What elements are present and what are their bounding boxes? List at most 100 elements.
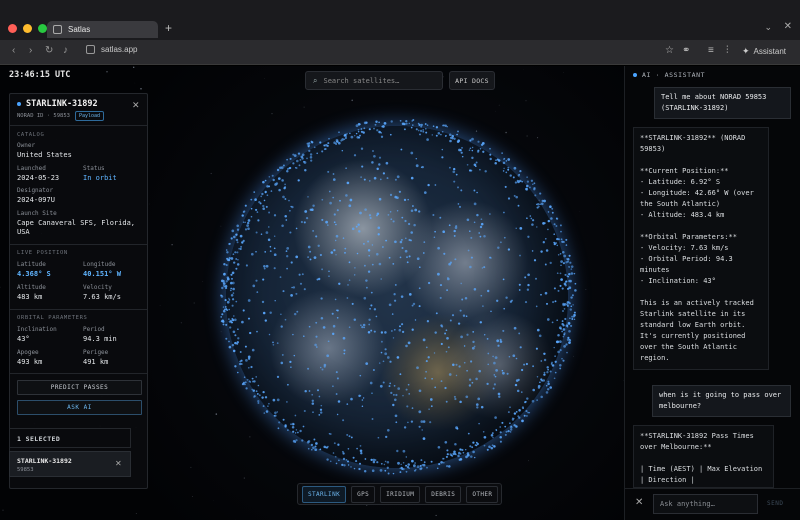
filter-gps[interactable]: GPS: [351, 485, 376, 503]
assistant-status-dot-icon: [633, 73, 637, 77]
close-icon[interactable]: ✕: [132, 100, 140, 111]
inclination-value: 43°: [17, 335, 30, 343]
address-bar[interactable]: satlas.app: [86, 45, 137, 54]
assistant-message: **STARLINK-31892** (NORAD 59853) **Curre…: [633, 127, 769, 370]
tab-title: Satlas: [68, 25, 91, 34]
search-input[interactable]: [323, 76, 434, 85]
browser-tab[interactable]: Satlas: [47, 21, 158, 38]
search-icon: ⌕: [313, 75, 318, 85]
favicon-icon: [53, 25, 62, 34]
user-message: when is it going to pass over melbourne?: [652, 385, 791, 417]
divider: [10, 244, 147, 245]
period-label: Period: [83, 326, 105, 333]
utc-clock: 23:46:15 UTC: [9, 70, 71, 80]
selected-satellite-item[interactable]: STARLINK-31892 59853 ✕: [9, 451, 131, 477]
catalog-section-title: CATALOG: [17, 132, 45, 138]
inclination-label: Inclination: [17, 326, 57, 333]
latitude-label: Latitude: [17, 261, 46, 268]
satlas-app: 23:46:15 UTC ⌕ API DOCS STARLINK-31892 ✕…: [0, 66, 800, 520]
satellite-search[interactable]: ⌕: [305, 71, 443, 90]
window-controls: [8, 24, 47, 33]
window-close-icon[interactable]: ✕: [784, 21, 792, 32]
launched-label: Launched: [17, 165, 46, 172]
status-label: Status: [83, 165, 105, 172]
assistant-icon: ✦: [742, 46, 750, 56]
apogee-label: Apogee: [17, 349, 39, 356]
divider: [10, 125, 147, 126]
selected-item-id: 59853: [17, 467, 34, 473]
filter-other[interactable]: OTHER: [466, 485, 499, 503]
send-button[interactable]: SEND: [767, 500, 783, 507]
assistant-message: **STARLINK-31892 Pass Times over Melbour…: [633, 425, 774, 488]
launch-site-label: Launch Site: [17, 210, 57, 217]
filter-starlink[interactable]: STARLINK: [302, 485, 347, 503]
remove-selection-close-icon[interactable]: ✕: [115, 459, 122, 468]
ai-assistant-panel: AI · ASSISTANT Tell me about NORAD 59853…: [624, 66, 800, 520]
detail-header: STARLINK-31892: [17, 99, 98, 109]
browser-titlebar: Satlas + ⌄ ✕: [0, 0, 800, 40]
star-bookmark-icon[interactable]: ☆: [665, 45, 674, 56]
assistant-title: AI · ASSISTANT: [642, 71, 706, 79]
assistant-label: Assistant: [753, 47, 787, 56]
tab-menu-chevron-icon[interactable]: ⌄: [764, 22, 772, 33]
predict-passes-button[interactable]: PREDICT PASSES: [17, 380, 142, 395]
selected-item-name: STARLINK-31892: [17, 457, 72, 465]
perigee-label: Perigee: [83, 349, 109, 356]
reload-icon[interactable]: ↻: [45, 45, 53, 56]
orbital-parameters-section-title: ORBITAL PARAMETERS: [17, 315, 88, 321]
apogee-value: 493 km: [17, 358, 43, 366]
period-value: 94.3 min: [83, 335, 117, 343]
live-position-section-title: LIVE POSITION: [17, 250, 68, 256]
globe-view[interactable]: [212, 112, 584, 482]
satellite-cloud: [220, 119, 577, 475]
menu-lines-icon[interactable]: ≡: [708, 45, 714, 56]
site-icon: [86, 45, 95, 54]
satellite-name: STARLINK-31892: [26, 99, 98, 109]
user-message: Tell me about NORAD 59853 (STARLINK-3189…: [654, 87, 791, 119]
longitude-label: Longitude: [83, 261, 116, 268]
type-badge: Payload: [74, 111, 105, 121]
detail-subtitle: NORAD ID · 59853 Payload: [17, 111, 105, 121]
owner-value: United States: [17, 151, 72, 159]
designator-value: 2024-097U: [17, 196, 55, 204]
chat-input[interactable]: [653, 494, 758, 514]
close-window-button[interactable]: [8, 24, 17, 33]
altitude-label: Altitude: [17, 284, 46, 291]
launch-site-value-line1: Cape Canaveral SFS, Florida,: [17, 219, 136, 227]
minimize-window-button[interactable]: [23, 24, 32, 33]
perigee-value: 491 km: [83, 358, 109, 366]
maximize-window-button[interactable]: [38, 24, 47, 33]
assistant-header: AI · ASSISTANT: [633, 71, 705, 79]
norad-id: NORAD ID · 59853: [17, 113, 70, 119]
constellation-filter-bar: STARLINK GPS IRIDIUM DEBRIS OTHER: [297, 483, 502, 505]
filter-iridium[interactable]: IRIDIUM: [380, 485, 421, 503]
forward-arrow-icon[interactable]: ›: [29, 45, 32, 56]
altitude-value: 483 km: [17, 293, 43, 301]
status-dot-icon: [17, 102, 21, 106]
latitude-value: 4.368° S: [17, 270, 51, 278]
url-text: satlas.app: [101, 45, 138, 54]
velocity-label: Velocity: [83, 284, 112, 291]
launched-value: 2024-05-23: [17, 174, 60, 182]
divider: [10, 373, 147, 374]
new-tab-button[interactable]: +: [165, 21, 172, 35]
designator-label: Designator: [17, 187, 54, 194]
ask-ai-button[interactable]: ASK AI: [17, 400, 142, 415]
assistant-button[interactable]: ✦ Assistant: [742, 46, 786, 57]
divider: [10, 309, 147, 310]
owner-label: Owner: [17, 142, 36, 149]
launch-site-value-line2: USA: [17, 228, 30, 236]
browser-toolbar: ‹ › ↻ ♪ satlas.app ☆ ⚭ ≡ ⫶ ✦ Assistant: [0, 40, 800, 65]
clear-chat-close-icon[interactable]: ✕: [635, 497, 643, 508]
selected-count-header: 1 SELECTED: [9, 428, 131, 448]
chat-input-row: ✕ SEND: [625, 488, 800, 520]
velocity-value: 7.63 km/s: [83, 293, 121, 301]
api-docs-button[interactable]: API DOCS: [449, 71, 495, 90]
back-arrow-icon[interactable]: ‹: [12, 45, 15, 56]
filter-debris[interactable]: DEBRIS: [425, 485, 462, 503]
microphone-icon[interactable]: ♪: [63, 45, 68, 56]
status-value: In orbit: [83, 174, 117, 182]
longitude-value: 40.151° W: [83, 270, 121, 278]
link-icon[interactable]: ⚭: [682, 45, 690, 56]
audio-wave-icon[interactable]: ⫶: [726, 45, 729, 56]
